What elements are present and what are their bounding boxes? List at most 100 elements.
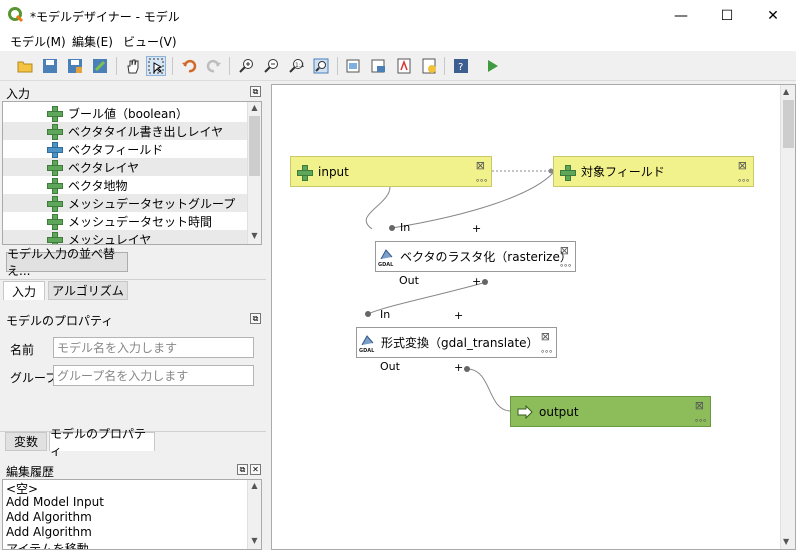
close-panel-icon[interactable]: ✕ [250, 464, 261, 475]
zoom-actual-icon[interactable]: 1:1 [286, 56, 306, 76]
history-item[interactable]: Add Algorithm [3, 525, 261, 540]
remove-node-icon[interactable]: ⊠ [541, 330, 550, 343]
select-icon[interactable] [146, 56, 166, 76]
zoom-in-icon[interactable] [236, 56, 256, 76]
list-item[interactable]: ベクタフィールド [3, 140, 249, 158]
group-label: グループ [10, 371, 58, 385]
plus-icon [47, 196, 63, 212]
tab-model-properties[interactable]: モデルのプロパティ [49, 427, 155, 458]
node-input[interactable]: input ⊠ ∘∘∘ [290, 156, 492, 187]
remove-node-icon[interactable]: ⊠ [695, 399, 704, 412]
connections [365, 168, 554, 412]
port-in-label: In [380, 308, 391, 321]
node-rasterize[interactable]: GDAL ベクタのラスタ化（rasterize） ⊠ ∘∘∘ [375, 241, 576, 272]
tab-algorithms[interactable]: アルゴリズム [48, 281, 128, 300]
port-in-label: In [400, 221, 411, 234]
port-add-icon[interactable]: + [472, 222, 481, 235]
plus-icon [47, 124, 63, 140]
list-item[interactable]: ベクタ地物 [3, 176, 249, 194]
menu-view[interactable]: ビュー(V) [123, 33, 177, 50]
reorder-inputs-button[interactable]: モデル入力の並べ替え... [6, 247, 128, 278]
node-menu-icon[interactable]: ∘∘∘ [694, 416, 707, 425]
maximize-button[interactable]: ☐ [704, 0, 750, 31]
tab-variables[interactable]: 変数 [5, 432, 47, 451]
tab-inputs[interactable]: 入力 [3, 281, 45, 300]
float-panel-icon[interactable]: ⧉ [237, 464, 248, 475]
node-rasterize-label: ベクタのラスタ化（rasterize） [400, 250, 572, 264]
remove-node-icon[interactable]: ⊠ [560, 244, 569, 257]
remove-node-icon[interactable]: ⊠ [738, 159, 747, 172]
zoom-out-icon[interactable] [261, 56, 281, 76]
history-item[interactable]: <空> [3, 480, 261, 496]
history-item[interactable]: Add Algorithm [3, 510, 261, 525]
node-menu-icon[interactable]: ∘∘∘ [540, 347, 553, 356]
close-button[interactable]: ✕ [750, 0, 796, 31]
model-canvas[interactable]: input ⊠ ∘∘∘ 対象フィールド ⊠ ∘∘∘ In + GDAL ベクタの… [271, 84, 796, 550]
list-item[interactable]: メッシュデータセットグループ [3, 194, 249, 212]
undo-icon[interactable] [179, 56, 199, 76]
help-icon[interactable]: ? [451, 56, 471, 76]
history-scrollbar[interactable]: ▲ ▼ [247, 480, 261, 549]
history-item[interactable]: アイテムを移動 [3, 540, 261, 549]
toolbar: 1:1 ? [0, 51, 796, 81]
export-image-icon[interactable] [344, 56, 364, 76]
port-out-label: Out [399, 274, 419, 287]
export-svg-icon[interactable] [369, 56, 389, 76]
list-item-label: メッシュデータセット時間 [68, 214, 213, 229]
node-menu-icon[interactable]: ∘∘∘ [559, 261, 572, 270]
redo-icon[interactable] [204, 56, 224, 76]
model-name-field[interactable]: モデル名を入力します [53, 337, 254, 358]
window-title: *モデルデザイナー - モデル [30, 10, 180, 24]
plus-blue-icon [47, 142, 63, 158]
run-model-icon[interactable] [482, 56, 502, 76]
node-input-label: input [318, 164, 349, 179]
node-translate-label: 形式変換（gdal_translate） [381, 336, 539, 350]
node-translate[interactable]: GDAL 形式変換（gdal_translate） ⊠ ∘∘∘ [356, 327, 557, 358]
save-icon[interactable] [40, 56, 60, 76]
zoom-full-icon[interactable] [311, 56, 331, 76]
canvas-vertical-scrollbar[interactable]: ▲ ▼ [780, 85, 795, 549]
node-output[interactable]: output ⊠ ∘∘∘ [510, 396, 711, 427]
open-folder-icon[interactable] [15, 56, 35, 76]
list-item-label: ブール値（boolean） [68, 106, 188, 121]
inputs-list-scrollbar[interactable]: ▲ ▼ [247, 102, 261, 244]
history-panel-title: 編集履歴 [6, 465, 55, 479]
list-item-label: ベクタタイル書き出しレイヤ [68, 124, 224, 139]
node-menu-icon[interactable]: ∘∘∘ [475, 176, 488, 185]
svg-text:1:1: 1:1 [295, 62, 304, 69]
menu-bar: モデル(M) 編集(E) ビュー(V) [0, 31, 796, 51]
save-as-icon[interactable] [65, 56, 85, 76]
export-python-icon[interactable] [419, 56, 439, 76]
svg-text:GDAL: GDAL [359, 348, 375, 353]
plus-icon [47, 106, 63, 122]
list-item[interactable]: ブール値（boolean） [3, 104, 249, 122]
port-add-icon[interactable]: + [472, 275, 481, 288]
port-add-icon[interactable]: + [454, 361, 463, 374]
menu-edit[interactable]: 編集(E) [72, 33, 113, 50]
minimize-button[interactable]: — [658, 0, 704, 31]
svg-text:?: ? [458, 62, 463, 73]
plus-icon [47, 214, 63, 230]
model-group-field[interactable]: グループ名を入力します [53, 365, 254, 386]
float-panel-icon[interactable]: ⧉ [250, 313, 261, 324]
list-item[interactable]: ベクタレイヤ [3, 158, 249, 176]
node-target-field-label: 対象フィールド [581, 165, 665, 179]
pan-hand-icon[interactable] [123, 56, 143, 76]
history-item[interactable]: Add Model Input [3, 495, 261, 510]
export-icon[interactable] [90, 56, 110, 76]
list-item[interactable]: メッシュレイヤ [3, 230, 249, 244]
port-add-icon[interactable]: + [454, 309, 463, 322]
export-pdf-icon[interactable] [394, 56, 414, 76]
float-panel-icon[interactable]: ⧉ [250, 86, 261, 97]
name-label: 名前 [10, 343, 35, 357]
node-menu-icon[interactable]: ∘∘∘ [737, 176, 750, 185]
list-item[interactable]: メッシュデータセット時間 [3, 212, 249, 230]
history-list: <空> Add Model Input Add Algorithm Add Al… [2, 479, 262, 550]
svg-text:GDAL: GDAL [378, 262, 394, 267]
node-output-label: output [539, 404, 579, 419]
model-properties-title: モデルのプロパティ [6, 314, 114, 328]
remove-node-icon[interactable]: ⊠ [476, 159, 485, 172]
node-target-field[interactable]: 対象フィールド ⊠ ∘∘∘ [553, 156, 754, 187]
list-item[interactable]: ベクタタイル書き出しレイヤ [3, 122, 249, 140]
menu-model[interactable]: モデル(M) [10, 33, 66, 50]
